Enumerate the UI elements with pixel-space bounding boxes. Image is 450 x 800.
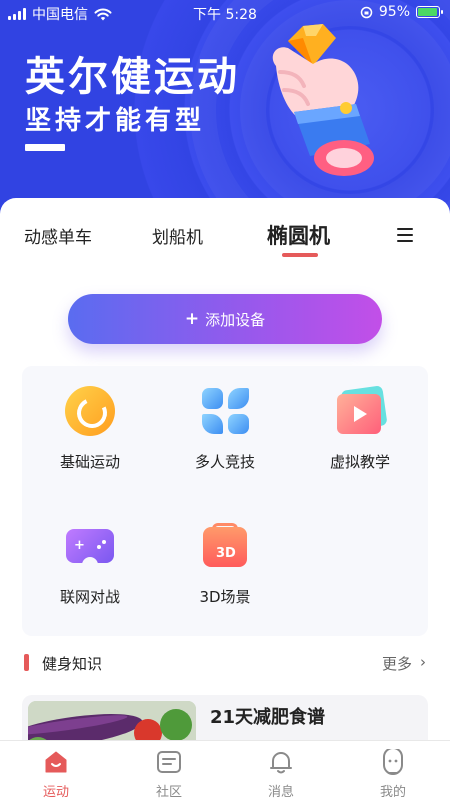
add-device-button[interactable]: + 添加设备 — [68, 294, 382, 344]
battery-icon — [416, 6, 443, 18]
hero-divider — [25, 144, 65, 151]
hero-title: 英尔健运动 — [25, 54, 240, 100]
hero-banner[interactable]: 中国电信 下午 5:28 95% 英尔健运动 坚持才能有型 — [0, 0, 450, 215]
feature-basic-workout[interactable]: 基础运动 — [30, 386, 150, 472]
sport-home-icon — [43, 749, 69, 775]
feature-3d-scene[interactable]: 3D 3D场景 — [165, 521, 285, 607]
feature-multiplayer[interactable]: 多人竞技 — [165, 386, 285, 472]
nav-label: 社区 — [155, 785, 182, 800]
feature-label: 3D场景 — [199, 588, 251, 606]
feature-online-battle[interactable]: + 联网对战 — [30, 521, 150, 607]
section-accent-bar — [24, 654, 29, 671]
nav-item-community[interactable]: 社区 — [129, 749, 209, 800]
community-icon — [156, 749, 182, 775]
feature-label: 多人竞技 — [194, 453, 255, 471]
gamepad-icon: + — [65, 521, 115, 571]
feature-label: 基础运动 — [59, 453, 120, 471]
add-device-label: 添加设备 — [205, 310, 266, 329]
profile-icon — [380, 747, 406, 775]
plus-icon: + — [184, 309, 200, 329]
tab-rowing-machine[interactable]: 划船机 — [152, 223, 203, 248]
article-title: 21天减肥食谱 — [210, 707, 326, 728]
feature-label: 联网对战 — [59, 588, 120, 606]
feature-virtual-teaching[interactable]: 虚拟教学 — [300, 385, 420, 472]
chevron-right-icon[interactable]: › — [420, 653, 426, 671]
tabs-menu-icon[interactable] — [397, 228, 413, 242]
multiplayer-icon — [200, 386, 250, 436]
3d-box-icon: 3D — [200, 521, 250, 571]
bell-icon — [268, 749, 294, 775]
nav-item-profile[interactable]: 我的 — [353, 747, 433, 800]
nav-label: 消息 — [267, 785, 294, 800]
feature-grid: 基础运动 多人竞技 虚拟教学 + 联网对战 3D 3D场景 — [22, 366, 428, 636]
tab-elliptical[interactable]: 椭圆机 — [267, 220, 330, 250]
3d-icon-text: 3D — [216, 546, 236, 561]
nav-item-messages[interactable]: 消息 — [241, 749, 321, 800]
video-play-icon — [335, 385, 388, 436]
hero-subtitle: 坚持才能有型 — [25, 106, 206, 136]
bottom-nav: 运动 社区 消息 我的 — [0, 740, 450, 800]
active-tab-indicator — [282, 253, 318, 257]
section-title: 健身知识 — [42, 655, 103, 673]
nav-label: 我的 — [379, 785, 406, 800]
feature-label: 虚拟教学 — [329, 453, 390, 471]
nav-item-sport[interactable]: 运动 — [16, 749, 96, 800]
hand-diamond-illustration — [272, 24, 374, 176]
more-link[interactable]: 更多 — [382, 653, 412, 674]
basic-workout-icon — [65, 386, 115, 436]
nav-label: 运动 — [42, 785, 69, 800]
device-tabs: 动感单车 划船机 椭圆机 — [0, 198, 450, 270]
tab-exercise-bike[interactable]: 动感单车 — [24, 223, 92, 248]
